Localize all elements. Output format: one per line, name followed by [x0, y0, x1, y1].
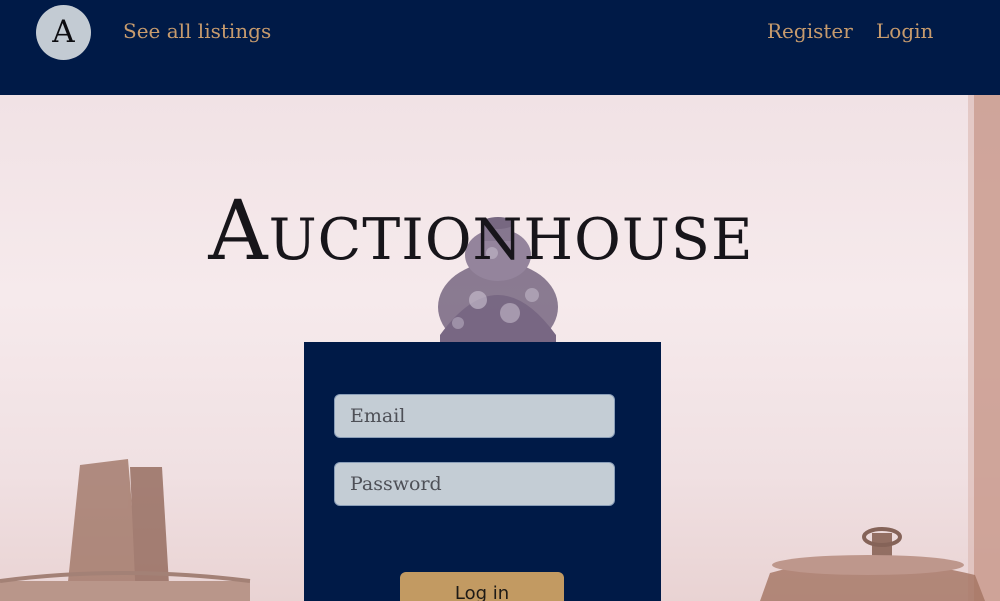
site-logo[interactable]: A [36, 5, 91, 60]
see-all-listings-link[interactable]: See all listings [123, 17, 271, 45]
login-submit-button[interactable]: Log in [400, 572, 564, 601]
top-navbar: A See all listings Register Login [0, 0, 1000, 95]
password-field[interactable] [334, 462, 615, 506]
email-field[interactable] [334, 394, 615, 438]
register-link[interactable]: Register [767, 17, 853, 45]
pot-right [760, 527, 985, 601]
wooden-object-left [0, 459, 251, 601]
login-form-card: Log in [304, 342, 661, 601]
login-page: A See all listings Register Login Auctio… [0, 0, 1000, 601]
login-link[interactable]: Login [876, 17, 933, 45]
hero-title: Auctionhouse [208, 184, 754, 279]
